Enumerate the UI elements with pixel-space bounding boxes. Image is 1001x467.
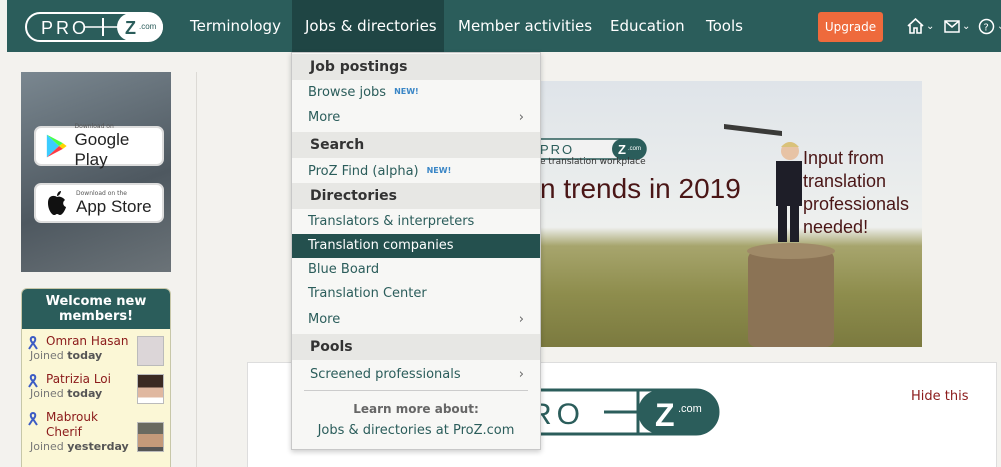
- menu-item-proz-find[interactable]: ProZ Find (alpha) NEW!: [292, 159, 540, 183]
- svg-text:PRO: PRO: [41, 18, 89, 38]
- screened-label: Screened professionals: [310, 367, 461, 382]
- welcome-new-members-box: Welcome new members! Omran Hasan Joined …: [21, 288, 171, 467]
- new-badge: NEW!: [394, 87, 419, 96]
- browse-jobs-label: Browse jobs: [308, 85, 387, 100]
- menu-item-translators[interactable]: Translators & interpreters: [292, 210, 540, 234]
- member-item[interactable]: Mabrouk Cherif Joined yesterday: [22, 405, 170, 459]
- more-label: More: [308, 110, 341, 125]
- upgrade-button[interactable]: Upgrade: [818, 12, 883, 42]
- more-label: More: [308, 312, 341, 327]
- ribbon-icon: [28, 336, 38, 350]
- menu-item-more-directories[interactable]: More ›: [292, 308, 540, 332]
- hide-this-link[interactable]: Hide this: [911, 389, 969, 404]
- section-directories: Directories: [292, 183, 540, 209]
- chevron-right-icon: ›: [518, 110, 524, 125]
- member-item[interactable]: Patrizia Loi Joined today: [22, 367, 170, 405]
- google-play-small-text: Download on: [74, 122, 114, 130]
- menu-divider: [304, 390, 528, 391]
- help-icon: ?: [978, 18, 995, 34]
- member-name[interactable]: Mabrouk Cherif: [30, 410, 130, 440]
- app-store-button[interactable]: Download on the App Store: [34, 183, 164, 223]
- man-with-telescope-illustration: [724, 124, 835, 347]
- welcome-title: Welcome new members!: [22, 289, 170, 329]
- app-store-big-text: App Store: [76, 196, 152, 216]
- column-divider: [196, 72, 197, 467]
- avatar[interactable]: [137, 336, 164, 366]
- menu-item-screened-professionals[interactable]: Screened professionals ›: [292, 363, 540, 387]
- menu-item-blue-board[interactable]: Blue Board: [292, 258, 540, 282]
- help-menu[interactable]: ? ⌄: [978, 16, 1001, 36]
- ribbon-icon: [28, 412, 38, 426]
- menu-item-browse-jobs[interactable]: Browse jobs NEW!: [292, 80, 540, 104]
- survey-banner[interactable]: PRO Z .com e translation workplace n tre…: [540, 81, 922, 347]
- proz-find-label: ProZ Find (alpha): [308, 164, 419, 179]
- svg-text:.com: .com: [628, 146, 641, 152]
- nav-education[interactable]: Education: [597, 0, 698, 52]
- avatar[interactable]: [137, 374, 164, 404]
- avatar[interactable]: [137, 422, 164, 452]
- learn-more-heading: Learn more about:: [353, 402, 479, 416]
- svg-text:Z: Z: [655, 397, 675, 433]
- nav-terminology[interactable]: Terminology: [177, 0, 294, 52]
- home-menu[interactable]: ⌄: [907, 16, 934, 36]
- section-job-postings: Job postings: [292, 54, 540, 80]
- google-play-big-text: Google Play: [74, 129, 130, 169]
- mobile-app-promo: Download on Google Play Download on the …: [21, 72, 171, 272]
- member-item[interactable]: Omran Hasan Joined today: [22, 329, 170, 367]
- chevron-down-icon: ⌄: [926, 20, 935, 32]
- menu-item-translation-companies[interactable]: Translation companies: [292, 234, 540, 258]
- jobs-directories-dropdown: Job postings Browse jobs NEW! More › Searc…: [291, 52, 541, 450]
- nav-member-activities[interactable]: Member activities: [445, 0, 605, 52]
- chevron-down-icon: ⌄: [962, 20, 971, 32]
- mail-icon: [944, 19, 960, 33]
- svg-text:.com: .com: [678, 403, 702, 415]
- section-search: Search: [292, 132, 540, 158]
- banner-tagline: e translation workplace: [540, 157, 646, 167]
- svg-text:Z: Z: [618, 142, 626, 157]
- learn-more-link[interactable]: Jobs & directories at ProZ.com: [292, 423, 540, 438]
- svg-text:?: ?: [984, 22, 989, 33]
- nav-tools[interactable]: Tools: [693, 0, 756, 52]
- svg-text:Z: Z: [125, 18, 136, 38]
- proz-large-logo: RO Z .com: [520, 388, 720, 436]
- app-store-small-text: Download on the: [76, 189, 127, 197]
- google-play-icon: [46, 134, 67, 158]
- menu-item-more-jobs[interactable]: More ›: [292, 106, 540, 130]
- banner-title: n trends in 2019: [540, 173, 741, 204]
- mail-menu[interactable]: ⌄: [944, 16, 970, 36]
- nav-jobs-directories[interactable]: Jobs & directories: [292, 0, 444, 52]
- svg-text:.com: .com: [139, 22, 157, 31]
- chevron-right-icon: ›: [518, 312, 524, 327]
- new-badge: NEW!: [426, 166, 452, 175]
- section-pools: Pools: [292, 334, 540, 360]
- home-icon: [907, 18, 924, 34]
- proz-logo[interactable]: PRO Z .com: [25, 12, 165, 42]
- chevron-right-icon: ›: [518, 367, 524, 382]
- svg-text:PRO: PRO: [540, 142, 574, 157]
- chevron-down-icon: ⌄: [997, 21, 1001, 32]
- apple-icon: [48, 191, 66, 215]
- menu-item-translation-center[interactable]: Translation Center: [292, 282, 540, 306]
- google-play-button[interactable]: Download on Google Play: [34, 122, 164, 169]
- ribbon-icon: [28, 374, 38, 388]
